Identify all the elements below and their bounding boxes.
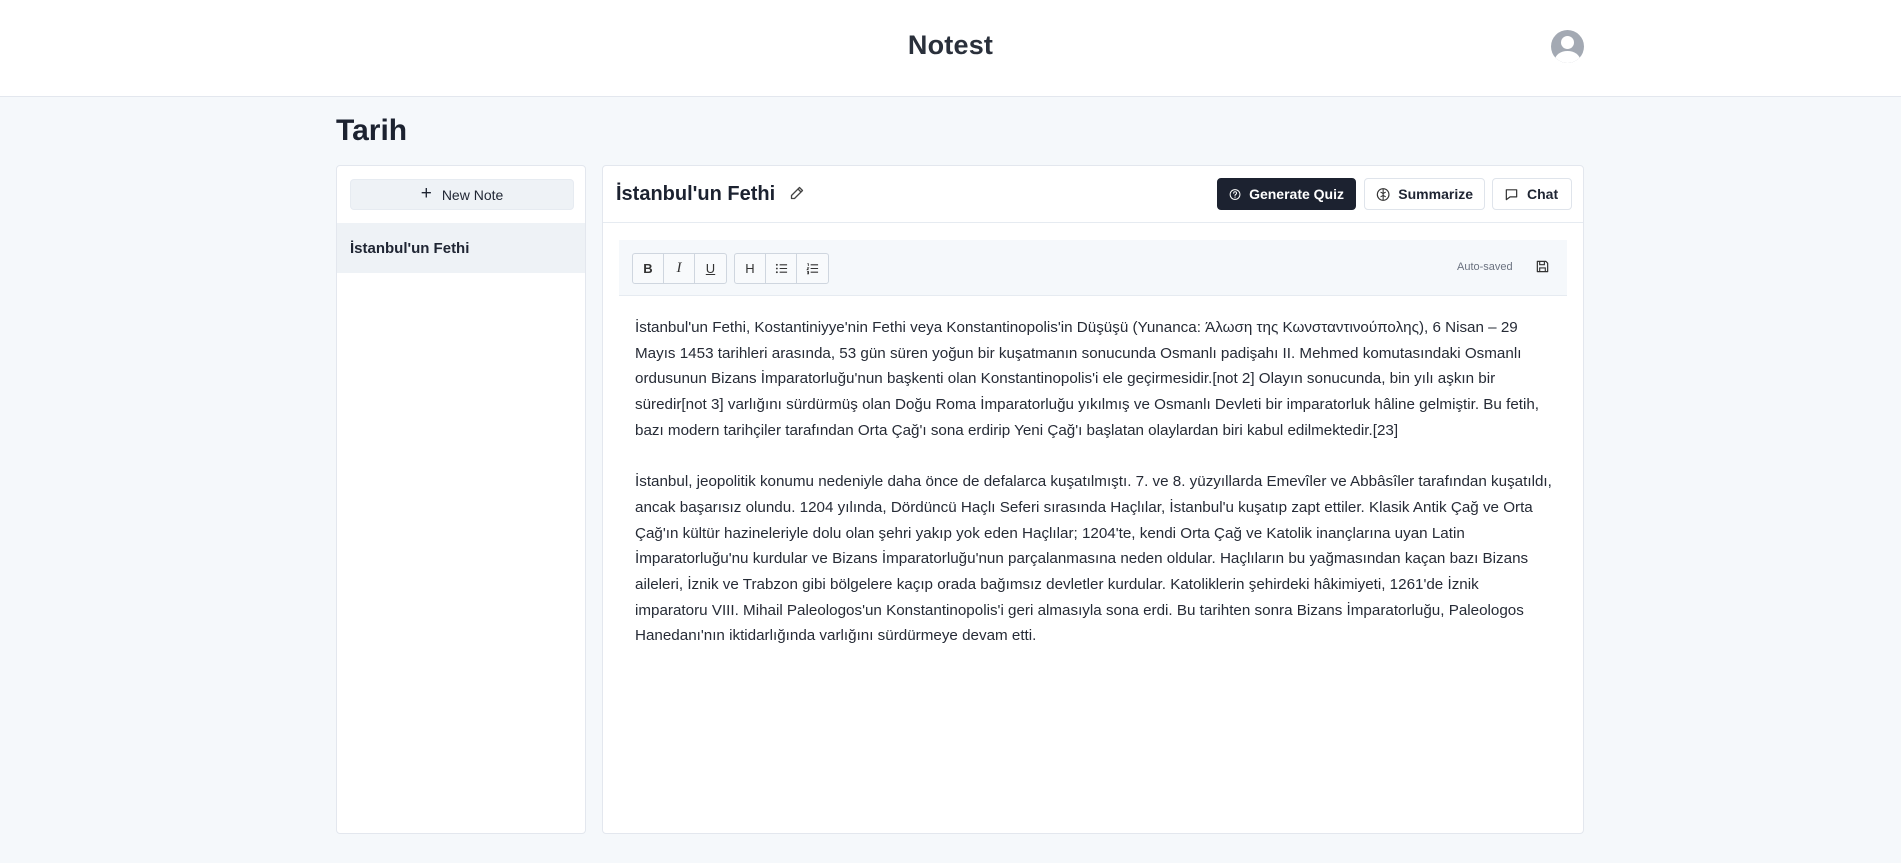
notes-sidebar: + New Note İstanbul'un Fethi bbox=[336, 165, 586, 834]
bold-button[interactable]: B bbox=[633, 254, 664, 283]
note-title: İstanbul'un Fethi bbox=[616, 183, 776, 205]
note-content[interactable]: İstanbul'un Fethi, Kostantiniyye'nin Fet… bbox=[635, 315, 1555, 675]
autosave-status: Auto-saved bbox=[1457, 261, 1513, 273]
app-header: Notest bbox=[0, 0, 1901, 97]
app-title: Notest bbox=[907, 30, 994, 60]
italic-button[interactable]: I bbox=[664, 254, 695, 283]
content-paragraph: İstanbul, jeopolitik konumu nedeniyle da… bbox=[635, 473, 1552, 645]
brain-icon bbox=[1376, 187, 1390, 201]
summarize-label: Summarize bbox=[1398, 186, 1473, 202]
chat-bubble-icon bbox=[1505, 188, 1518, 200]
pencil-edit-icon[interactable] bbox=[789, 185, 805, 201]
numbered-list-icon bbox=[806, 263, 819, 275]
sidebar-note-item[interactable]: İstanbul'un Fethi bbox=[337, 223, 585, 273]
note-panel: İstanbul'un Fethi Generate Quiz Summariz… bbox=[602, 165, 1584, 834]
plus-icon: + bbox=[420, 183, 432, 204]
text-format-group: B I U bbox=[632, 253, 727, 284]
bullet-list-icon bbox=[775, 263, 787, 274]
chat-button[interactable]: Chat bbox=[1492, 178, 1572, 210]
new-note-label: New Note bbox=[441, 186, 504, 203]
generate-quiz-button[interactable]: Generate Quiz bbox=[1217, 178, 1356, 210]
summarize-button[interactable]: Summarize bbox=[1364, 178, 1485, 210]
new-note-button[interactable]: + New Note bbox=[350, 179, 574, 210]
user-avatar-icon[interactable] bbox=[1551, 30, 1584, 63]
generate-quiz-label: Generate Quiz bbox=[1249, 186, 1344, 202]
editor-toolbar: B I U H Auto-saved bbox=[619, 240, 1567, 296]
underline-button[interactable]: U bbox=[695, 254, 726, 283]
bullet-list-button[interactable] bbox=[766, 254, 797, 283]
content-paragraph: İstanbul'un Fethi, Kostantiniyye'nin Fet… bbox=[635, 319, 1540, 439]
note-header: İstanbul'un Fethi Generate Quiz Summariz… bbox=[603, 166, 1583, 223]
question-circle-icon bbox=[1229, 188, 1241, 200]
page-title: Tarih bbox=[336, 114, 408, 147]
numbered-list-button[interactable] bbox=[797, 254, 828, 283]
save-floppy-icon[interactable] bbox=[1535, 259, 1550, 274]
rich-text-editor: B I U H Auto-saved İstanbul'un Fethi, Ko… bbox=[619, 240, 1567, 818]
block-format-group: H bbox=[734, 253, 829, 284]
heading-button[interactable]: H bbox=[735, 254, 766, 283]
chat-label: Chat bbox=[1527, 186, 1559, 202]
